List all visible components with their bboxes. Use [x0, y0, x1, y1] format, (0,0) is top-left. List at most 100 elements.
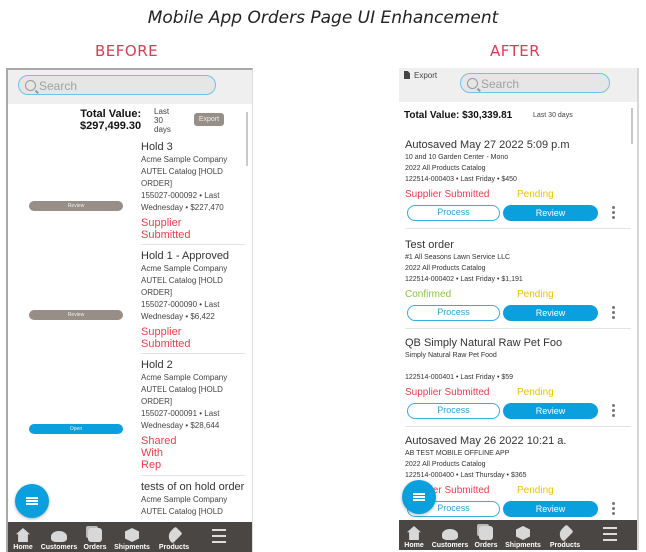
total-amount: $297,499.30	[80, 120, 142, 132]
approval-status: Pending	[517, 189, 554, 200]
review-button[interactable]: Review	[503, 403, 598, 419]
tab-orders[interactable]: Orders	[471, 526, 501, 550]
order-title: Autosaved May 26 2022 10:21 a.	[405, 435, 567, 447]
export-button[interactable]: Export	[194, 113, 224, 126]
after-label: AFTER	[490, 42, 541, 60]
page-title: Mobile App Orders Page UI Enhancement	[147, 8, 499, 28]
search-placeholder: Search	[481, 77, 520, 91]
menu-icon	[212, 529, 226, 543]
bottom-tab-bar: Home Customers Orders Shipments Products	[8, 522, 252, 552]
order-title: Autosaved May 27 2022 5:09 p.m	[405, 139, 570, 151]
review-button[interactable]: Review	[503, 305, 598, 321]
supplier-status: Supplier Submitted	[405, 189, 490, 200]
tab-more[interactable]	[585, 527, 635, 550]
tab-orders[interactable]: Orders	[80, 528, 110, 552]
home-icon	[16, 528, 30, 542]
scrollbar[interactable]	[631, 108, 633, 144]
total-value: Total Value: $30,339.81	[404, 110, 513, 121]
supplier-status: Supplier Submitted	[405, 387, 490, 398]
process-button[interactable]: Process	[407, 205, 500, 221]
order-title: Hold 2	[141, 359, 173, 371]
products-icon	[556, 524, 574, 542]
orders-icon	[88, 528, 102, 542]
order-status-row: Supplier Submitted Pending	[405, 386, 631, 400]
fab-menu-button[interactable]	[15, 484, 49, 518]
fab-menu-button[interactable]	[402, 480, 436, 514]
order-item[interactable]: Hold 1 - Approved Acme Sample Company AU…	[141, 244, 245, 350]
export-button[interactable]: Export	[404, 71, 437, 80]
total-value: Total Value: $297,499.30	[80, 108, 141, 132]
period-line: 30	[154, 116, 163, 125]
order-item[interactable]: QB Simply Natural Raw Pet Foo Simply Nat…	[405, 336, 631, 427]
customers-icon	[442, 529, 458, 540]
order-detail: 155027-000091 • Last	[141, 409, 220, 418]
tab-products[interactable]: Products	[154, 526, 194, 552]
order-status: Shared With Rep	[141, 435, 177, 471]
shipments-icon	[516, 526, 530, 540]
before-phone-screen: Search Total Value: $297,499.30 Last 30 …	[6, 68, 253, 552]
tab-customers[interactable]: Customers	[38, 531, 80, 552]
order-detail: Wednesday • $6,422	[141, 312, 215, 321]
order-detail: Wednesday • $227,470	[141, 203, 224, 212]
tab-shipments[interactable]: Shipments	[110, 528, 154, 552]
search-input[interactable]: Search	[18, 75, 216, 95]
order-item[interactable]: Test order #1 All Seasons Lawn Service L…	[405, 238, 631, 329]
period-line: days	[154, 125, 171, 134]
order-detail: ORDER]	[141, 397, 173, 406]
order-item[interactable]: tests of on hold order Acme Sample Compa…	[141, 475, 245, 518]
order-item[interactable]: Autosaved May 26 2022 10:21 a. AB TEST M…	[405, 434, 631, 524]
menu-icon	[603, 527, 617, 541]
order-item[interactable]: Autosaved May 27 2022 5:09 p.m 10 and 10…	[405, 138, 631, 229]
menu-icon	[26, 497, 38, 505]
tab-home[interactable]: Home	[8, 528, 38, 552]
review-button[interactable]: Review	[29, 310, 123, 320]
more-options-icon[interactable]	[612, 206, 616, 220]
order-detail: Acme Sample Company	[141, 264, 228, 273]
approval-status: Pending	[517, 289, 554, 300]
order-detail: AUTEL Catalog [HOLD	[141, 507, 223, 516]
more-options-icon[interactable]	[612, 404, 616, 418]
review-button[interactable]: Review	[29, 201, 123, 211]
order-detail: 122514-000400 • Last Thursday • $365	[405, 472, 527, 479]
tab-customers[interactable]: Customers	[429, 529, 471, 550]
open-button[interactable]: Open	[29, 424, 123, 434]
process-button[interactable]: Process	[407, 305, 500, 321]
before-label: BEFORE	[95, 42, 159, 60]
tab-home[interactable]: Home	[399, 526, 429, 550]
search-bar-area: Search	[8, 70, 252, 104]
after-phone-screen: Export Search Total Value: $30,339.81 La…	[399, 68, 639, 550]
more-options-icon[interactable]	[612, 306, 616, 320]
order-detail: AUTEL Catalog [HOLD	[141, 167, 223, 176]
review-button[interactable]: Review	[503, 205, 598, 221]
approval-status: Pending	[517, 387, 554, 398]
order-item[interactable]: Hold 2 Acme Sample Company AUTEL Catalog…	[141, 353, 245, 471]
search-icon	[25, 80, 36, 91]
products-icon	[165, 526, 183, 544]
process-button[interactable]: Process	[407, 403, 500, 419]
order-detail: 2022 All Products Catalog	[405, 165, 486, 172]
order-detail: 155027-000092 • Last	[141, 191, 220, 200]
order-detail: 10 and 10 Garden Center - Mono	[405, 154, 509, 161]
order-status-row: Confirmed Pending	[405, 288, 631, 302]
order-detail: Acme Sample Company	[141, 155, 228, 164]
scrollbar[interactable]	[246, 112, 248, 166]
search-bar-area: Export Search	[399, 68, 637, 102]
supplier-status: Confirmed	[405, 289, 452, 300]
order-item[interactable]: Hold 3 Acme Sample Company AUTEL Catalog…	[141, 136, 245, 241]
tab-more[interactable]	[194, 529, 244, 552]
search-input[interactable]: Search	[460, 73, 610, 93]
order-status: Supplier Submitted	[141, 217, 191, 241]
order-detail: AUTEL Catalog [HOLD	[141, 385, 223, 394]
order-detail: ORDER]	[141, 179, 173, 188]
tab-products[interactable]: Products	[545, 524, 585, 550]
order-detail: 2022 All Products Catalog	[405, 461, 486, 468]
tab-shipments[interactable]: Shipments	[501, 526, 545, 550]
order-detail: Acme Sample Company	[141, 373, 228, 382]
order-detail: 2022 All Products Catalog	[405, 265, 486, 272]
order-title: Hold 1 - Approved	[141, 250, 230, 262]
order-detail: 122514-000401 • Last Friday • $59	[405, 374, 514, 381]
review-button[interactable]: Review	[503, 501, 598, 517]
more-options-icon[interactable]	[612, 502, 616, 516]
order-detail: #1 All Seasons Lawn Service LLC	[405, 254, 511, 261]
document-icon	[404, 71, 410, 79]
